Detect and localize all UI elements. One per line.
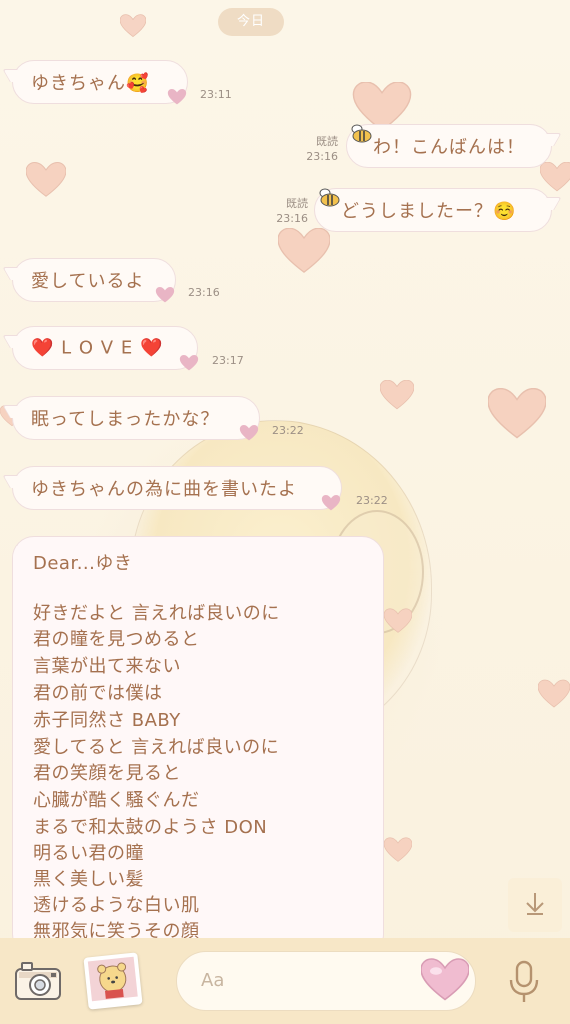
heart-decoration-icon	[383, 596, 413, 646]
message-line: 明るい君の瞳	[33, 843, 144, 864]
message-line: 愛してると 言えれば良いのに	[33, 737, 280, 758]
heart-decoration-icon	[25, 161, 67, 198]
mini-heart-icon	[321, 495, 341, 511]
heart-decoration-icon	[119, 14, 147, 38]
mini-heart-icon	[167, 89, 187, 105]
microphone-button[interactable]	[506, 958, 542, 1004]
mini-heart-icon	[239, 425, 259, 441]
message-line: 君の瞳を見つめると	[33, 629, 200, 650]
message-text: どうしましたー？☺️	[341, 201, 517, 222]
date-separator: 今日	[218, 8, 284, 36]
message-text: ❤️ L O V E ❤️	[31, 337, 164, 359]
message-time: 23:16	[188, 286, 220, 299]
message-time: 23:22	[356, 494, 388, 507]
mini-heart-icon	[179, 355, 199, 371]
message-text: 愛しているよ	[31, 271, 145, 292]
message-line: Dear...ゆき	[33, 553, 133, 574]
heart-emoji-icon[interactable]	[420, 958, 470, 1002]
heart-decoration-icon	[537, 676, 570, 712]
message-line: 赤子同然さ BABY	[33, 710, 181, 731]
message-time: 23:11	[200, 88, 232, 101]
arrow-down-icon	[522, 890, 548, 920]
message-line: 黒く美しい髪	[33, 869, 144, 890]
message-text: 眠ってしまったかな？	[31, 409, 220, 430]
heart-decoration-icon	[487, 387, 547, 440]
read-receipt: 既読 23:16	[276, 197, 308, 225]
read-receipt: 既読 23:16	[306, 135, 338, 163]
sticker-button[interactable]	[83, 952, 143, 1010]
heart-decoration-icon	[383, 824, 413, 876]
message-text: わ！こんばんは！	[373, 137, 525, 158]
message-bubble-right[interactable]: わ！こんばんは！	[346, 124, 552, 168]
red-heart-emoji-icon: ❤️	[139, 337, 164, 359]
message-bubble-left[interactable]: ❤️ L O V E ❤️	[12, 326, 199, 371]
message-text: ゆきちゃんの為に曲を書いたよ	[31, 479, 297, 500]
message-bubble-left[interactable]: ゆきちゃんの為に曲を書いたよ	[12, 466, 342, 511]
message-bubble-left[interactable]: ゆきちゃん🥰	[12, 60, 188, 105]
message-text: ゆきちゃん🥰	[31, 73, 150, 94]
message-time: 23:17	[212, 354, 244, 367]
message-line: 君の前では僕は	[33, 683, 163, 704]
microphone-icon	[506, 960, 542, 1008]
message-line: 言葉が出て来ない	[33, 656, 181, 677]
message-bubble-left[interactable]: 眠ってしまったかな？	[12, 396, 260, 441]
long-message-bubble[interactable]: Dear...ゆき 好きだよと 言えれば良いのに 君の瞳を見つめると 言葉が出て…	[12, 536, 384, 956]
message-line: 心臓が酷く騒ぐんだ	[33, 790, 200, 811]
heart-decoration-icon	[379, 379, 415, 410]
camera-button[interactable]	[14, 960, 62, 1002]
message-input[interactable]: Aa	[176, 951, 476, 1011]
mini-heart-icon	[155, 287, 175, 303]
message-time: 23:22	[272, 424, 304, 437]
message-bubble-right[interactable]: どうしましたー？☺️	[314, 188, 552, 232]
message-line: 君の笑顔を見ると	[33, 763, 181, 784]
red-heart-emoji-icon: ❤️	[31, 337, 55, 359]
heart-decoration-icon	[277, 227, 331, 274]
heart-decoration-icon	[539, 161, 570, 192]
message-line: 透けるような白い肌	[33, 895, 200, 916]
smiling-hearts-emoji-icon: 🥰	[126, 73, 150, 94]
message-line: 好きだよと 言えれば良いのに	[33, 603, 280, 624]
bee-icon	[317, 187, 343, 209]
message-line: まるで和太鼓のようさ DON	[33, 817, 268, 838]
message-bubble-left[interactable]: 愛しているよ	[12, 258, 176, 303]
camera-icon	[14, 962, 62, 1006]
scroll-to-bottom-button[interactable]	[508, 878, 562, 932]
bee-icon	[349, 123, 375, 145]
smiling-face-emoji-icon: ☺️	[493, 201, 517, 222]
message-input-placeholder: Aa	[201, 970, 225, 991]
